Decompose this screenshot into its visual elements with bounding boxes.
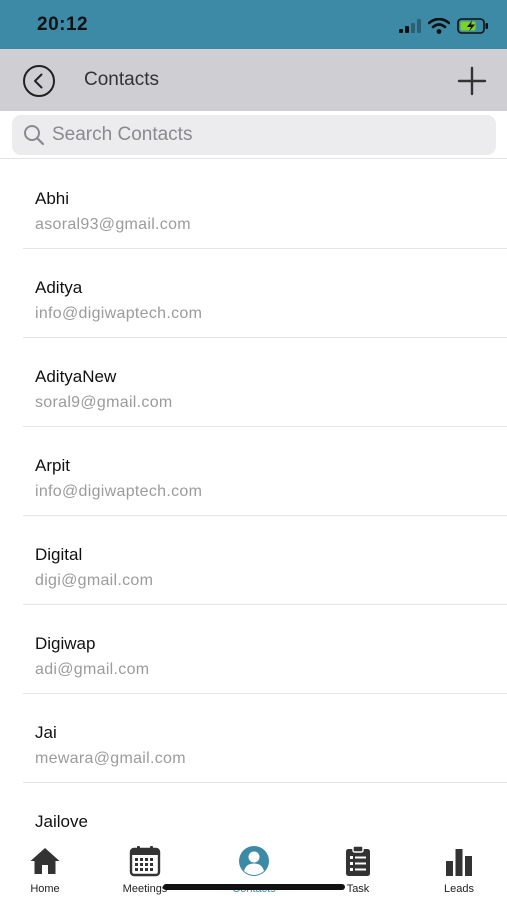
tab-label: Home	[30, 883, 60, 895]
tab-bar: Home Meetings Contacts	[0, 840, 507, 900]
contact-row[interactable]: Aditya info@digiwaptech.com	[23, 249, 507, 338]
contact-email: asoral93@gmail.com	[35, 216, 191, 233]
contact-row[interactable]: AdityaNew soral9@gmail.com	[23, 338, 507, 427]
page-title: Contacts	[84, 69, 159, 90]
back-button[interactable]	[22, 64, 56, 98]
tab-label: Leads	[444, 883, 474, 895]
contact-row[interactable]: Jailove	[23, 783, 507, 840]
contact-email: digi@gmail.com	[35, 572, 154, 589]
contact-name: Aditya	[35, 278, 83, 297]
contact-name: AdityaNew	[35, 367, 117, 386]
nav-bar: Contacts	[0, 49, 507, 111]
tab-leads[interactable]: Leads	[414, 845, 504, 897]
home-icon	[30, 848, 60, 874]
calendar-icon	[129, 846, 161, 877]
battery-charging-icon	[457, 18, 488, 34]
contact-name: Digital	[35, 545, 83, 564]
contact-email: adi@gmail.com	[35, 661, 150, 678]
wifi-icon	[428, 18, 450, 34]
home-indicator[interactable]	[163, 884, 345, 890]
contact-row[interactable]: Digital digi@gmail.com	[23, 516, 507, 605]
tab-home[interactable]: Home	[0, 845, 90, 897]
contact-name: Abhi	[35, 189, 70, 208]
search-input[interactable]	[52, 115, 482, 155]
status-bar: 20:12	[0, 0, 507, 49]
contact-name: Digiwap	[35, 634, 96, 653]
contact-row[interactable]: Arpit info@digiwaptech.com	[23, 427, 507, 516]
plus-icon	[457, 66, 487, 96]
contact-email: info@digiwaptech.com	[35, 305, 203, 322]
search-bar	[0, 111, 507, 159]
cellular-signal-icon	[399, 19, 421, 33]
contact-name: Jai	[35, 723, 57, 742]
search-icon	[24, 125, 45, 146]
person-icon	[239, 846, 269, 876]
search-box[interactable]	[12, 115, 496, 155]
status-time: 20:12	[37, 14, 89, 35]
contact-name: Jailove	[35, 812, 88, 831]
back-circle-icon	[23, 65, 55, 97]
contact-email: soral9@gmail.com	[35, 394, 173, 411]
contact-email: info@digiwaptech.com	[35, 483, 203, 500]
contact-email: mewara@gmail.com	[35, 750, 186, 767]
contact-row[interactable]: Jai mewara@gmail.com	[23, 694, 507, 783]
contact-row[interactable]: Digiwap adi@gmail.com	[23, 605, 507, 694]
contact-list: Abhi asoral93@gmail.com Aditya info@digi…	[0, 160, 507, 840]
contact-name: Arpit	[35, 456, 70, 475]
add-contact-button[interactable]	[455, 64, 489, 98]
clipboard-icon	[346, 845, 370, 876]
contact-row[interactable]: Abhi asoral93@gmail.com	[23, 160, 507, 249]
bar-chart-icon	[446, 849, 472, 876]
status-icons	[399, 16, 489, 36]
